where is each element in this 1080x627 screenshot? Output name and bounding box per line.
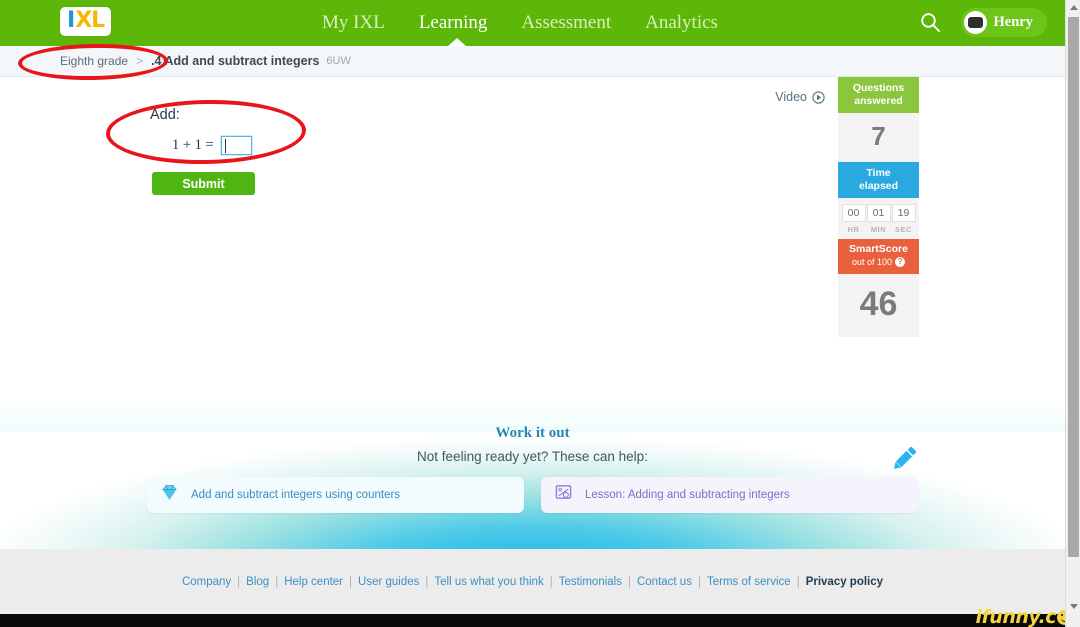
work-it-out-section: Work it out Not feeling ready yet? These… — [0, 425, 1065, 464]
chevron-right-icon: > — [136, 54, 144, 68]
answer-input[interactable] — [219, 135, 253, 156]
footer: Company | Blog | Help center | User guid… — [0, 549, 1065, 614]
scroll-up-arrow-icon[interactable] — [1066, 0, 1080, 15]
question-prompt: Add: — [150, 107, 180, 123]
footer-link-user-guides[interactable]: User guides — [358, 576, 419, 588]
score-panel: Questions answered 7 Time elapsed 00 HR … — [838, 77, 919, 337]
smartscore-subtitle: out of 100 — [851, 257, 893, 267]
footer-link-contact-us[interactable]: Contact us — [637, 576, 692, 588]
username-label: Henry — [993, 14, 1033, 30]
breadcrumb-grade-link[interactable]: Eighth grade — [60, 54, 128, 68]
timer-hours-unit: HR — [847, 225, 860, 234]
top-navigation-bar: I XL My IXL Learning Assessment Analytic… — [0, 0, 1065, 46]
nav-item-analytics[interactable]: Analytics — [645, 0, 718, 46]
question-block: Add: 1 + 1 = — [150, 107, 253, 156]
smartscore-title: SmartScore — [849, 243, 908, 255]
logo-letter-i: I — [67, 8, 75, 33]
time-elapsed-label-line2: elapsed — [858, 180, 899, 192]
questions-answered-value: 7 — [838, 113, 919, 162]
smartscore-value: 46 — [838, 274, 919, 337]
bottom-black-bar: ifunny.c — [0, 606, 1080, 627]
timer-hours-value: 00 — [841, 204, 866, 222]
footer-separator: | — [627, 575, 631, 588]
footer-link-privacy-policy[interactable]: Privacy policy — [806, 576, 883, 588]
footer-separator: | — [796, 575, 800, 588]
footer-link-feedback[interactable]: Tell us what you think — [434, 576, 543, 588]
footer-separator: | — [425, 575, 429, 588]
play-circle-icon — [812, 90, 825, 104]
breadcrumb: Eighth grade > .4 Add and subtract integ… — [0, 46, 1065, 77]
timer-seconds-value: 19 — [891, 204, 916, 222]
ifunny-watermark: ifunny.c — [976, 606, 1072, 627]
timer-display: 00 HR 01 MIN 19 SEC — [838, 198, 919, 239]
footer-link-help-center[interactable]: Help center — [284, 576, 343, 588]
breadcrumb-skill-title: .4 Add and subtract integers — [151, 54, 320, 68]
timer-hours: 00 HR — [841, 204, 866, 234]
logo-letters-xl: XL — [75, 8, 105, 33]
questions-answered-label-line2: answered — [854, 95, 903, 107]
help-card-lesson[interactable]: Lesson: Adding and subtracting integers — [541, 477, 918, 513]
footer-separator: | — [349, 575, 353, 588]
work-it-out-title: Work it out — [495, 425, 570, 441]
footer-separator: | — [697, 575, 701, 588]
timer-seconds-unit: SEC — [895, 225, 912, 234]
time-elapsed-header: Time elapsed — [838, 162, 919, 198]
time-elapsed-label-line1: Time — [866, 167, 891, 179]
footer-link-company[interactable]: Company — [182, 576, 231, 588]
ixl-logo[interactable]: I XL — [60, 7, 112, 36]
main-nav-links: My IXL Learning Assessment Analytics — [322, 0, 718, 46]
submit-button[interactable]: Submit — [152, 172, 255, 195]
help-card-counters[interactable]: Add and subtract integers using counters — [147, 477, 524, 513]
question-equation-row: 1 + 1 = — [150, 135, 253, 156]
timer-seconds: 19 SEC — [891, 204, 916, 234]
video-label: Video — [775, 90, 807, 104]
footer-link-terms-of-service[interactable]: Terms of service — [707, 576, 791, 588]
search-icon[interactable] — [920, 12, 941, 38]
help-cards: Add and subtract integers using counters… — [0, 477, 1065, 513]
questions-answered-header: Questions answered — [838, 77, 919, 113]
footer-separator: | — [237, 575, 241, 588]
vertical-scrollbar[interactable] — [1065, 0, 1080, 627]
footer-link-testimonials[interactable]: Testimonials — [559, 576, 622, 588]
footer-links: Company | Blog | Help center | User guid… — [182, 576, 883, 588]
ixl-practice-page: I XL My IXL Learning Assessment Analytic… — [0, 0, 1080, 627]
timer-minutes: 01 MIN — [866, 204, 891, 234]
footer-separator: | — [549, 575, 553, 588]
main-content: Video Add: 1 + 1 = Submit Questions answ… — [0, 77, 1065, 549]
timer-minutes-unit: MIN — [870, 225, 887, 234]
video-link[interactable]: Video — [775, 90, 825, 104]
breadcrumb-skill-code: 6UW — [326, 55, 351, 67]
nav-item-assessment[interactable]: Assessment — [521, 0, 611, 46]
help-icon[interactable]: ? — [895, 257, 906, 267]
equation-text: 1 + 1 = — [172, 137, 214, 153]
footer-link-blog[interactable]: Blog — [246, 576, 269, 588]
help-card-lesson-label: Lesson: Adding and subtracting integers — [585, 489, 790, 501]
diamond-icon — [160, 483, 179, 507]
user-account-button[interactable]: Henry — [960, 8, 1047, 37]
nav-item-my-ixl[interactable]: My IXL — [322, 0, 385, 46]
questions-answered-label-line1: Questions — [852, 82, 905, 94]
video-lesson-icon — [554, 483, 573, 507]
scrollbar-thumb[interactable] — [1068, 17, 1079, 557]
smartscore-header: SmartScore out of 100? — [838, 239, 919, 274]
avatar — [963, 11, 987, 34]
timer-minutes-value: 01 — [866, 204, 891, 222]
work-it-out-subtitle: Not feeling ready yet? These can help: — [417, 449, 648, 464]
watermark-text: ifunny.c — [975, 606, 1057, 627]
footer-separator: | — [275, 575, 279, 588]
help-card-counters-label: Add and subtract integers using counters — [191, 489, 401, 501]
scroll-down-arrow-icon[interactable] — [1066, 599, 1080, 614]
active-tab-indicator — [448, 38, 466, 46]
